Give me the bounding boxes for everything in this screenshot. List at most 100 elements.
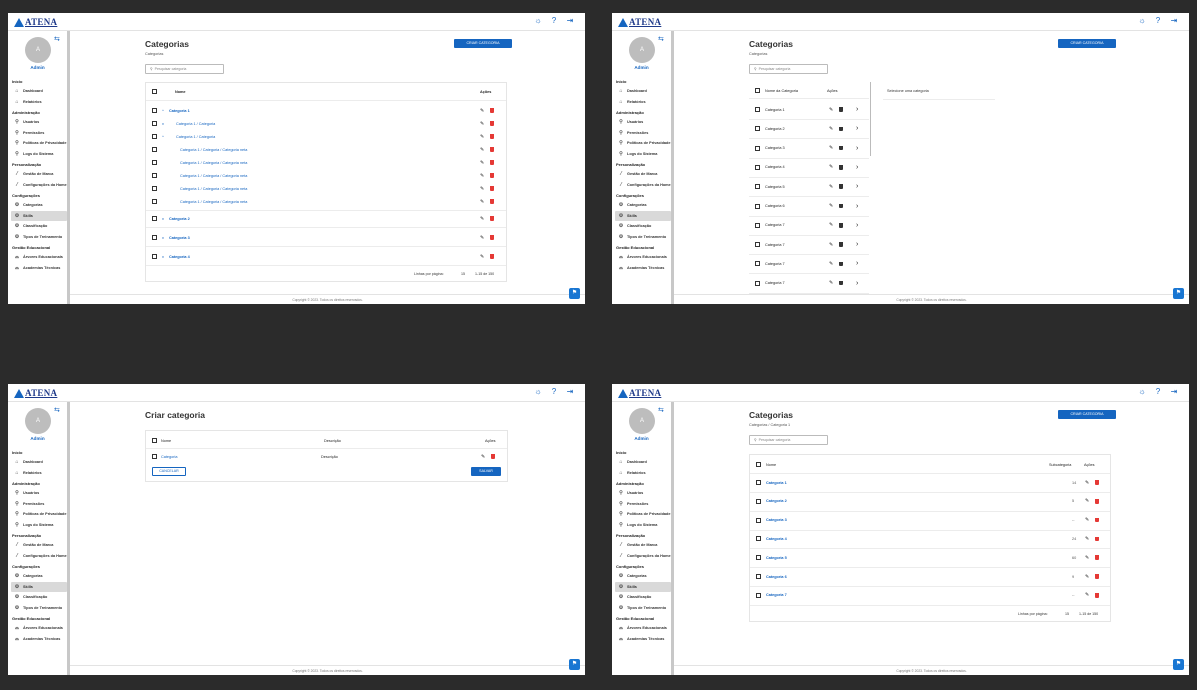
table-row[interactable]: Categoria 6 ✎ › — [749, 200, 869, 213]
sidebar-item[interactable]: ⌓ Árvores Educacionais — [11, 252, 67, 263]
logout-icon[interactable]: ⇥ — [1169, 387, 1179, 397]
table-row[interactable]: Categoria 1 ✎ › — [749, 103, 869, 116]
create-category-button[interactable]: CRIAR CATEGORIA — [454, 39, 512, 48]
row-checkbox[interactable] — [756, 592, 761, 598]
table-row[interactable]: Categoria 3 ✎ › — [749, 142, 869, 155]
collapse-menu-icon[interactable]: ⇆ — [658, 406, 664, 414]
edit-icon[interactable]: ✎ — [1085, 574, 1089, 580]
row-checkbox[interactable] — [152, 216, 157, 221]
rows-per-page-select[interactable]: 15 — [461, 272, 465, 276]
chevron-down-icon[interactable]: v — [162, 216, 164, 221]
table-row[interactable]: Categoria 4 24 ✎ — [750, 532, 1110, 545]
sidebar-item[interactable]: ⚙ Classificação — [615, 592, 671, 603]
table-row[interactable]: Categoria 4 ✎ › — [749, 161, 869, 174]
row-checkbox[interactable] — [756, 536, 761, 542]
sidebar-item[interactable]: ⚲ Permissões — [615, 128, 671, 139]
edit-icon[interactable]: ✎ — [829, 222, 833, 228]
table-row[interactable]: ^ Categoria 1 ✎ — [146, 104, 506, 117]
row-checkbox[interactable] — [755, 261, 760, 267]
sidebar-item[interactable]: ⚲ Políticas de Privacidade — [11, 138, 67, 149]
row-checkbox[interactable] — [755, 145, 760, 151]
table-row[interactable]: v Categoria 4 ✎ — [146, 250, 506, 263]
category-link[interactable]: Categoria 2 — [169, 217, 190, 221]
sidebar-item[interactable]: ⌓ Academias Técnicas — [615, 263, 671, 274]
table-row[interactable]: v Categoria 1 / Categoria ✎ — [146, 117, 506, 130]
edit-icon[interactable]: ✎ — [829, 203, 833, 209]
sidebar-item[interactable]: ⚙ Skills — [615, 210, 671, 221]
edit-icon[interactable]: ✎ — [829, 164, 833, 170]
edit-icon[interactable]: ✎ — [480, 160, 484, 166]
avatar[interactable]: A — [25, 37, 51, 63]
edit-icon[interactable]: ✎ — [829, 280, 833, 286]
edit-icon[interactable]: ✎ — [480, 134, 484, 140]
delete-icon[interactable] — [839, 145, 843, 151]
scrollbar[interactable] — [870, 82, 871, 156]
delete-icon[interactable] — [490, 160, 494, 165]
delete-icon[interactable] — [490, 254, 494, 259]
sidebar-item[interactable]: ⚙ Tipos de Treinamento — [11, 232, 67, 243]
category-link[interactable]: Categoria 4 — [169, 255, 190, 259]
delete-icon[interactable] — [839, 242, 843, 247]
sidebar-item[interactable]: ⁄ Configurações da Home — [11, 551, 67, 562]
category-link[interactable]: Categoria 1 / Categoria — [176, 135, 215, 139]
row-checkbox[interactable] — [152, 108, 157, 113]
edit-icon[interactable]: ✎ — [829, 126, 833, 132]
sidebar-item[interactable]: ⁄ Gestão de Marca — [615, 540, 671, 551]
row-checkbox[interactable] — [152, 186, 157, 191]
category-link[interactable]: Categoria 2 — [766, 499, 787, 503]
category-link[interactable]: Categoria 3 — [766, 518, 787, 522]
select-all-checkbox[interactable] — [756, 462, 761, 467]
table-row[interactable]: v Categoria 2 ✎ — [146, 212, 506, 225]
row-checkbox[interactable] — [152, 173, 157, 178]
sidebar-item[interactable]: ⚲ Permissões — [615, 499, 671, 510]
edit-icon[interactable]: ✎ — [829, 184, 833, 190]
sidebar-item[interactable]: ⚙ Tipos de Treinamento — [615, 232, 671, 243]
avatar[interactable]: A — [629, 37, 655, 63]
row-checkbox[interactable] — [755, 242, 760, 248]
edit-icon[interactable]: ✎ — [481, 454, 485, 460]
edit-icon[interactable]: ✎ — [1085, 480, 1089, 486]
collapse-menu-icon[interactable]: ⇆ — [54, 406, 60, 414]
row-checkbox[interactable] — [756, 498, 761, 504]
sidebar-item[interactable]: ⚙ Tipos de Treinamento — [11, 603, 67, 614]
delete-icon[interactable] — [839, 261, 843, 267]
chevron-down-icon[interactable]: v — [162, 254, 164, 259]
sidebar-item[interactable]: ⚙ Skills — [11, 581, 67, 592]
sidebar-item[interactable]: ⚲ Logs do Sistema — [11, 520, 67, 531]
table-row[interactable]: v Categoria 3 ✎ — [146, 231, 506, 244]
help-icon[interactable]: ? — [549, 387, 559, 397]
create-category-button[interactable]: CRIAR CATEGORIA — [1058, 410, 1116, 419]
table-row[interactable]: Categoria 2 5 ✎ — [750, 495, 1110, 508]
sidebar-item[interactable]: ⚲ Políticas de Privacidade — [615, 509, 671, 520]
table-row[interactable]: Categoria 1 / Categoria / Categoria neta… — [146, 156, 506, 169]
sidebar-item[interactable]: ⚙ Categorias — [615, 200, 671, 211]
chat-fab-button[interactable]: ⚑ — [569, 659, 580, 670]
category-link[interactable]: Categoria 7 — [766, 593, 787, 597]
edit-icon[interactable]: ✎ — [480, 216, 484, 222]
category-description-input[interactable]: Descrição — [321, 455, 338, 459]
row-checkbox[interactable] — [152, 121, 157, 126]
table-row[interactable]: Categoria 1 / Categoria / Categoria neta… — [146, 195, 506, 208]
table-row[interactable]: Categoria 7 ✎ › — [749, 277, 869, 290]
sidebar-item[interactable]: ⁄ Gestão de Marca — [11, 540, 67, 551]
chevron-right-icon[interactable]: › — [856, 164, 858, 171]
sidebar-item[interactable]: ⌓ Árvores Educacionais — [615, 623, 671, 634]
atena-logo[interactable]: ATENA — [618, 387, 661, 399]
edit-icon[interactable]: ✎ — [480, 235, 484, 241]
row-checkbox[interactable] — [755, 280, 760, 286]
category-link[interactable]: Categoria 3 — [169, 236, 190, 240]
sidebar-item[interactable]: ⌓ Academias Técnicas — [11, 263, 67, 274]
delete-icon[interactable] — [490, 199, 494, 204]
sidebar-item[interactable]: ⚲ Logs do Sistema — [615, 520, 671, 531]
chevron-right-icon[interactable]: › — [856, 106, 858, 113]
chevron-right-icon[interactable]: › — [856, 183, 858, 190]
chat-fab-button[interactable]: ⚑ — [1173, 288, 1184, 299]
edit-icon[interactable]: ✎ — [829, 261, 833, 267]
table-row[interactable]: Categoria Descrição ✎ — [146, 450, 507, 463]
table-row[interactable]: Categoria 1 14 ✎ — [750, 476, 1110, 489]
delete-icon[interactable] — [1095, 536, 1099, 542]
delete-icon[interactable] — [839, 184, 843, 189]
table-row[interactable]: Categoria 1 / Categoria / Categoria neta… — [146, 143, 506, 156]
table-row[interactable]: Categoria 7 ✎ › — [749, 219, 869, 232]
chevron-down-icon[interactable]: v — [162, 235, 164, 240]
